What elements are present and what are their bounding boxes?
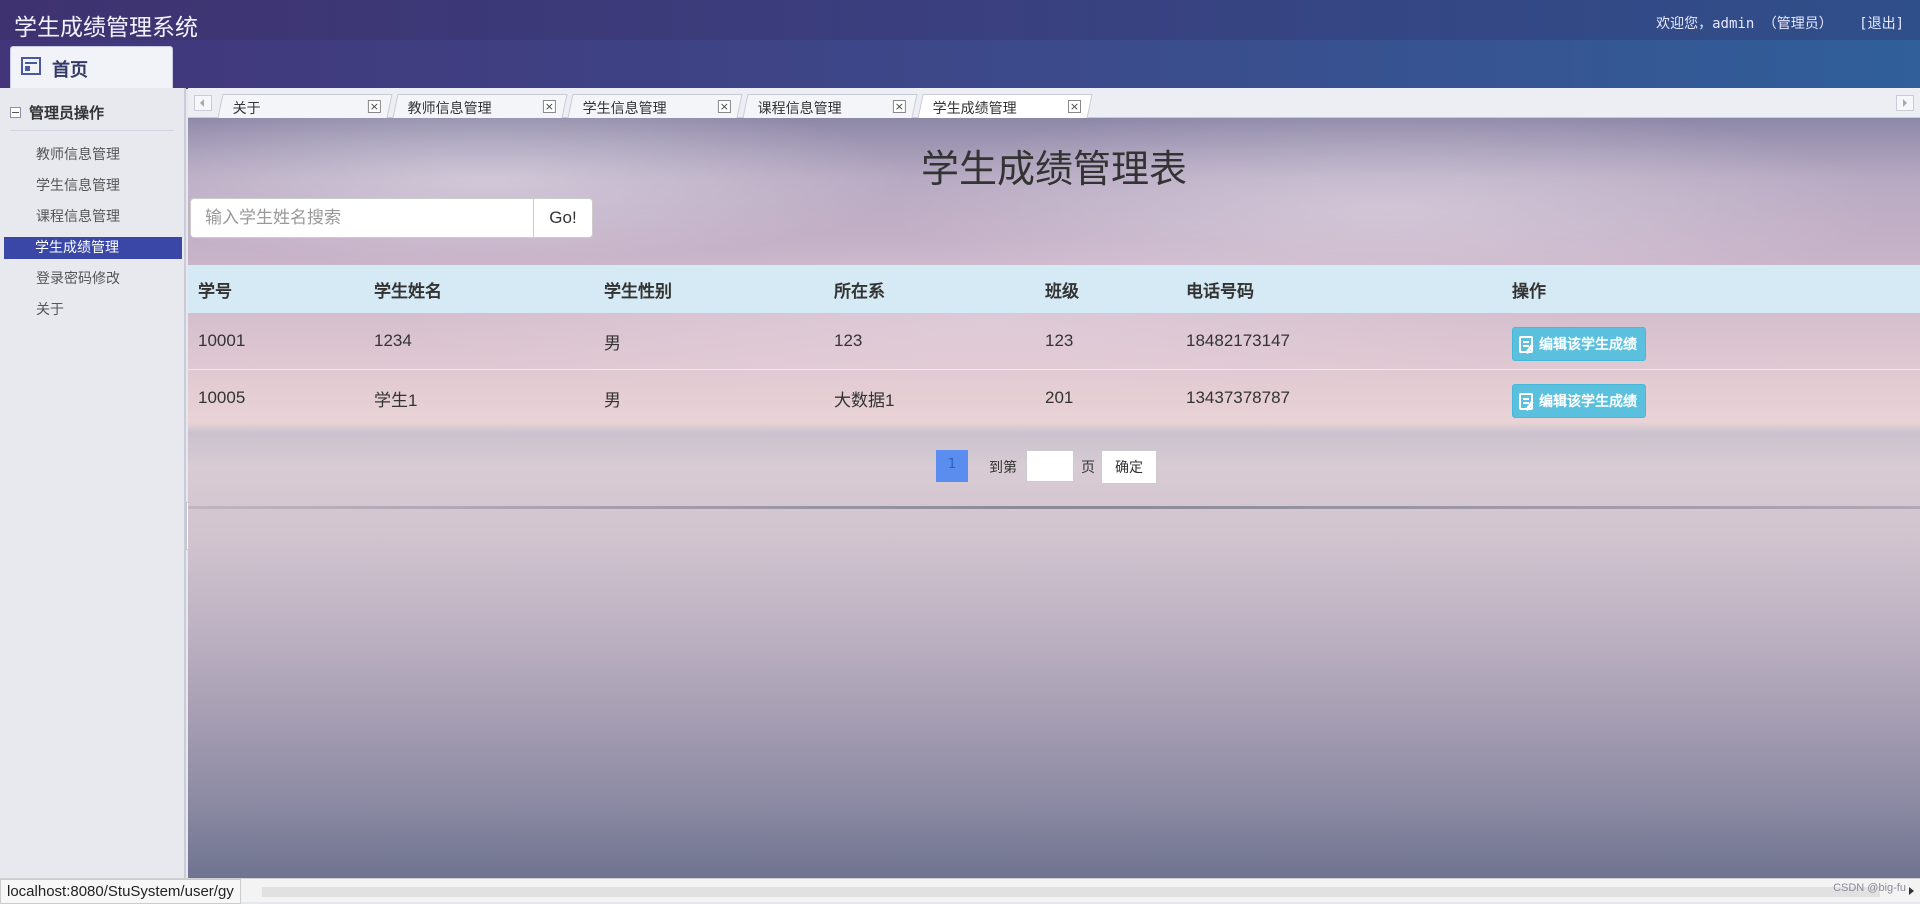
tab-label: 教师信息管理 [407,101,492,117]
edit-icon [1519,392,1533,410]
col-header-phone: 电话号码 [1186,281,1254,301]
edit-score-label: 编辑该学生成绩 [1539,336,1637,352]
edit-score-button[interactable]: 编辑该学生成绩 [1512,384,1646,418]
tab-close-icon[interactable]: × [717,100,731,113]
table-header-row: 学号 学生姓名 学生性别 所在系 班级 电话号码 操作 [188,265,1920,313]
cell-phone: 18482173147 [1186,331,1291,350]
tab-about[interactable]: 关于 × [217,94,393,118]
col-header-class: 班级 [1045,281,1079,301]
tab-close-icon[interactable]: × [367,100,381,113]
table-row: 10001 1234 男 123 123 18482173147 编辑该学生成绩 [188,313,1920,370]
cell-phone: 13437378787 [1186,388,1291,407]
cell-department: 123 [834,331,863,350]
sidebar-group-title: 管理员操作 [29,104,105,122]
cell-gender: 男 [604,390,621,410]
sidebar-item-student-scores[interactable]: 学生成绩管理 [4,237,182,259]
cell-student-name: 学生1 [374,390,418,410]
sidebar-item-course-info[interactable]: 课程信息管理 [0,202,186,233]
home-tab-label: 首页 [52,60,88,81]
goto-page-label: 到第 [989,460,1017,476]
page-title: 学生成绩管理表 [920,149,1187,191]
tab-label: 课程信息管理 [757,101,842,117]
sidebar-item-about[interactable]: 关于 [0,295,186,326]
scroll-left-icon[interactable] [194,95,212,111]
cell-student-id: 10001 [198,331,246,350]
cell-actions: 编辑该学生成绩 [1502,313,1920,370]
col-header-actions: 操作 [1512,281,1546,301]
goto-page-confirm-button[interactable]: 确定 [1101,450,1157,484]
cell-department: 大数据1 [834,390,895,410]
tab-student-scores[interactable]: 学生成绩管理 × [917,94,1093,119]
sidebar-menu: 教师信息管理 学生信息管理 课程信息管理 学生成绩管理 登录密码修改 关于 [0,140,186,326]
tab-course-info[interactable]: 课程信息管理 × [742,94,918,118]
cell-class: 201 [1045,388,1074,407]
page-unit-label: 页 [1081,460,1095,476]
sidebar-item-change-password[interactable]: 登录密码修改 [0,264,186,295]
top-header: 学生成绩管理系统 欢迎您，admin （管理员） [退出] [0,0,1920,41]
app-title: 学生成绩管理系统 [14,15,198,41]
sidebar: 管理员操作 教师信息管理 学生信息管理 课程信息管理 学生成绩管理 登录密码修改… [0,88,186,878]
search-go-button[interactable]: Go! [533,198,593,238]
tab-student-info[interactable]: 学生信息管理 × [567,94,743,118]
home-icon [21,57,41,75]
scores-table: 学号 学生姓名 学生性别 所在系 班级 电话号码 操作 10001 1234 男… [188,265,1920,426]
scroll-right-arrow-icon[interactable] [1909,887,1914,895]
edit-score-label: 编辑该学生成绩 [1539,393,1637,409]
sidebar-item-teacher-info[interactable]: 教师信息管理 [0,140,186,171]
tab-close-icon[interactable]: × [542,100,556,113]
tab-label: 关于 [232,101,261,117]
welcome-text: 欢迎您，admin （管理员） [1656,16,1833,32]
tab-label: 学生信息管理 [582,101,667,117]
cell-student-name: 1234 [374,331,412,350]
tab-teacher-info[interactable]: 教师信息管理 × [392,94,568,118]
tab-close-icon[interactable]: × [1068,100,1081,113]
sidebar-item-student-info[interactable]: 学生信息管理 [0,171,186,202]
col-header-department: 所在系 [834,281,885,301]
search-input[interactable] [190,198,534,238]
tab-close-icon[interactable]: × [892,100,906,113]
goto-page-input[interactable] [1026,450,1074,482]
nav-band: 首页 [0,40,1920,89]
table-row: 10005 学生1 男 大数据1 201 13437378787 编辑该学生成绩 [188,370,1920,427]
browser-status-bar: localhost:8080/StuSystem/user/gy CSDN @b… [0,878,1920,904]
sidebar-divider [10,130,174,131]
tab-label: 学生成绩管理 [932,101,1017,117]
col-header-student-id: 学号 [198,281,232,301]
horizontal-scrollbar[interactable] [262,887,1880,897]
scroll-right-icon[interactable] [1896,95,1914,111]
user-welcome: 欢迎您，admin （管理员） [退出] [1656,13,1904,33]
logout-link[interactable]: [退出] [1859,16,1904,32]
status-url: localhost:8080/StuSystem/user/gy [0,879,241,904]
main-content: 学生成绩管理表 Go! 学号 学生姓名 学生性别 所在系 班级 电话号码 操作 … [188,118,1920,878]
cell-student-id: 10005 [198,388,246,407]
collapse-minus-icon[interactable] [10,107,21,118]
sidebar-group-header[interactable]: 管理员操作 [10,102,104,123]
edit-icon [1519,335,1533,353]
tab-strip: 关于 × 教师信息管理 × 学生信息管理 × 课程信息管理 × 学生成绩管理 × [188,88,1920,119]
page-number-current[interactable]: 1 [936,450,968,482]
edit-score-button[interactable]: 编辑该学生成绩 [1512,327,1646,361]
watermark: CSDN @big-fu [1833,882,1906,894]
cell-class: 123 [1045,331,1074,350]
cell-actions: 编辑该学生成绩 [1502,370,1920,427]
col-header-student-name: 学生姓名 [374,281,442,301]
col-header-gender: 学生性别 [604,281,672,301]
home-tab[interactable]: 首页 [10,46,173,88]
cell-gender: 男 [604,333,621,353]
